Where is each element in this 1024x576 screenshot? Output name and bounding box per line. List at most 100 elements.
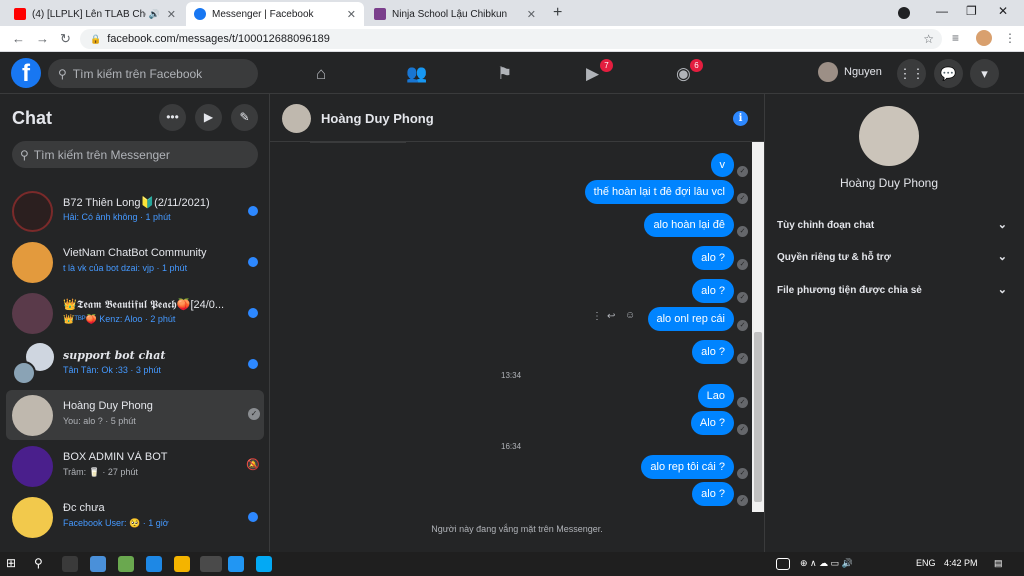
chevron-down-icon: ⌄ [997,284,1007,296]
avatar[interactable] [859,106,919,166]
windows-start-icon[interactable]: ⊞ [6,556,22,572]
avatar [12,446,53,487]
conversation-item[interactable]: BOX ADMIN VÀ BOT Trâm: 🥛 · 27 phút 🔕 [6,441,264,491]
more-options-icon[interactable]: ⋮ [592,311,602,322]
profile-menu-icon[interactable] [898,7,910,19]
reply-icon[interactable]: ↩ [607,311,615,322]
clock[interactable]: 4:42 PM [944,558,978,568]
tray-icons[interactable]: ⊕ ∧ ☁ ▭ 🔊 [800,558,853,569]
speaker-icon[interactable]: 🔊 [149,9,160,20]
sent-check-icon: ✓ [737,166,748,177]
facebook-search-input[interactable]: ⚲ Tìm kiếm trên Facebook [48,59,258,88]
groups-icon[interactable]: ◉ [676,64,691,84]
store-icon[interactable] [90,556,106,572]
privacy-support-option[interactable]: Quyền riêng tư & hỗ trợ ⌄ [777,251,1007,263]
menu-grid-icon[interactable]: ⋮⋮ [897,59,926,88]
chat-title: Chat [12,108,52,128]
message-bubble[interactable]: Lao [697,384,734,408]
message-bubble[interactable]: v [710,153,734,177]
forward-icon[interactable]: → [36,31,49,46]
message-bubble[interactable]: Alo ? [690,411,734,435]
options-icon[interactable]: ••• [159,104,186,131]
watch-icon[interactable]: ▶ [586,64,599,84]
file-explorer-icon[interactable] [174,556,190,572]
language-indicator[interactable]: ENG [916,558,936,568]
conversation-item[interactable]: Đc chưa Facebook User: 🥺 · 1 giờ [6,492,264,542]
minimize-icon[interactable]: — [936,4,948,18]
browser-profile-avatar[interactable] [976,30,992,46]
messenger-icon[interactable]: 💬 [934,59,963,88]
new-tab-button[interactable]: + [553,4,562,22]
messenger-search-input[interactable]: ⚲ Tìm kiếm trên Messenger [12,141,258,168]
youtube-icon [14,8,26,20]
message-scrollbar[interactable] [752,142,764,512]
message-bubble[interactable]: alo ? [692,482,734,506]
url-field[interactable]: 🔒 facebook.com/messages/t/10001268809618… [80,29,942,49]
conversation-title[interactable]: Hoàng Duy Phong [321,111,434,126]
playlist-icon[interactable]: ≡ [952,31,959,45]
facebook-logo-icon[interactable]: f [11,58,41,88]
video-call-icon[interactable]: ▶ [195,104,222,131]
reload-icon[interactable]: ↻ [60,31,71,47]
browser-tab-messenger[interactable]: Messenger | Facebook ✕ [186,2,364,26]
app-icon[interactable] [228,556,244,572]
conversation-item[interactable]: support bot chat Tân Tân: Ok :33 · 3 phú… [6,339,264,389]
sent-check-icon: ✓ [248,408,260,420]
task-view-icon[interactable] [62,556,78,572]
browser-menu-icon[interactable]: ⋮ [1004,31,1016,45]
window-close-icon[interactable]: ✕ [998,4,1008,18]
notification-tray-icon[interactable] [776,558,790,570]
conversation-item[interactable]: VietNam ChatBot Community t là vk của bo… [6,237,264,287]
app-icon[interactable] [256,556,272,572]
message-bubble[interactable]: alo ? [692,279,734,303]
info-icon[interactable]: i [733,111,748,126]
facebook-top-nav: f ⚲ Tìm kiếm trên Facebook ⌂ 👥 ⚑ ▶ 7 ◉ 6… [0,52,1024,94]
message-bubble[interactable]: thế hoàn lại t đê đợi lâu vcl [584,180,734,204]
account-dropdown-icon[interactable]: ▾ [970,59,999,88]
conversation-item[interactable]: B72 Thiên Long🔰(2/11/2021) Hải: Có ảnh k… [6,186,264,236]
conversation-item[interactable]: 👑𝕿𝖊𝖆𝖒 𝕭𝖊𝖆𝖚𝖙𝖎𝖋𝖚𝖑 𝕻𝖊𝖆𝖈𝖍🍑[24/0... 👑ᵀᴮᴾ🍑 Ken… [6,288,264,338]
browser-tab-ninja[interactable]: Ninja School Lậu Chibkun ✕ [366,2,544,26]
chrome-icon[interactable] [200,556,222,572]
search-icon[interactable]: ⚲ [34,556,50,572]
conversation-header: Hoàng Duy Phong i [270,94,764,142]
avatar[interactable] [282,104,311,133]
sent-check-icon: ✓ [737,353,748,364]
edge-icon[interactable] [146,556,162,572]
conversation-item-selected[interactable]: Hoàng Duy Phong You: alo ? · 5 phút ✓ [6,390,264,440]
message-bubble[interactable]: alo hoàn lại đê [644,213,734,237]
action-center-icon[interactable]: ▤ [994,558,1003,569]
react-smiley-icon[interactable]: ☺ [625,310,635,321]
conversation-name: support bot chat [63,349,166,362]
sent-check-icon: ✓ [737,397,748,408]
close-icon[interactable]: ✕ [527,8,536,21]
away-status-text: Người này đang vắng mặt trên Messenger. [431,524,603,534]
bookmark-star-icon[interactable]: ☆ [923,32,934,46]
avatar [12,395,53,436]
url-text: facebook.com/messages/t/100012688096189 [107,33,330,45]
chat-sidebar: Chat ••• ▶ ✎ ⚲ Tìm kiếm trên Messenger B… [0,94,270,552]
customize-chat-option[interactable]: Tùy chỉnh đoạn chat ⌄ [777,219,1007,231]
message-bubble[interactable]: alo rep tôi cái ? [641,455,734,479]
friends-icon[interactable]: 👥 [406,64,427,84]
conversation-name: Hoàng Duy Phong [63,400,153,412]
avatar [12,242,53,283]
user-profile-chip[interactable]: Nguyen [818,62,882,82]
scrollbar-thumb[interactable] [754,332,762,502]
shared-media-option[interactable]: File phương tiện được chia sẻ ⌄ [777,284,1007,296]
new-message-icon[interactable]: ✎ [231,104,258,131]
app-icon[interactable] [118,556,134,572]
close-icon[interactable]: ✕ [167,8,176,21]
close-icon[interactable]: ✕ [347,8,356,21]
message-bubble[interactable]: alo ? [692,246,734,270]
browser-tab-youtube[interactable]: (4) [LLPLK] Lên TLAB Cho Trư 🔊 ✕ [6,2,184,26]
unread-dot [248,308,258,318]
home-icon[interactable]: ⌂ [316,64,326,84]
message-bubble[interactable]: alo onl rep cái [647,307,734,331]
pages-flag-icon[interactable]: ⚑ [497,64,512,84]
avatar [12,293,53,334]
back-icon[interactable]: ← [12,31,25,46]
message-bubble[interactable]: alo ? [692,340,734,364]
facebook-icon [194,8,206,20]
restore-icon[interactable]: ❐ [966,4,977,18]
